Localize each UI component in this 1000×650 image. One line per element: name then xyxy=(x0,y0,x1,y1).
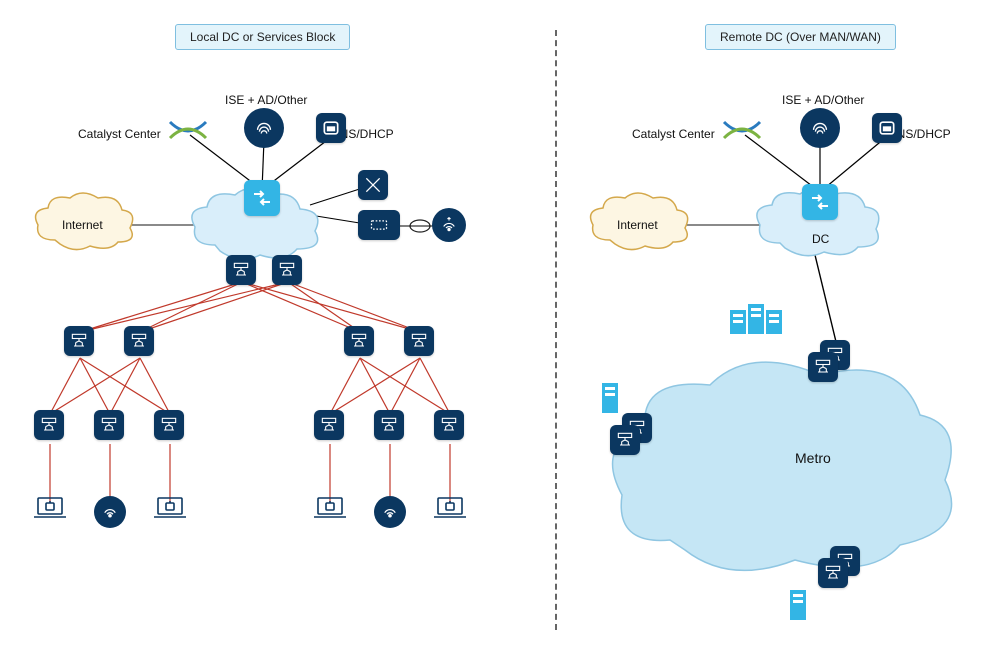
label-internet-left: Internet xyxy=(62,218,103,232)
router-left xyxy=(358,210,400,240)
laptop-l1 xyxy=(30,495,70,525)
agg-switch-r2 xyxy=(404,326,434,356)
access-switch-r1 xyxy=(314,410,344,440)
ise-icon-right xyxy=(800,108,840,148)
laptop-r1 xyxy=(310,495,350,525)
label-dc-right: DC xyxy=(812,232,829,246)
dns-icon-right xyxy=(872,113,902,143)
links-left xyxy=(0,0,555,650)
dna-icon-right xyxy=(722,120,762,140)
building-bottom xyxy=(790,590,806,620)
laptop-r3 xyxy=(430,495,470,525)
metro-switch-left-b xyxy=(610,425,640,455)
metro-switch-bot-b xyxy=(818,558,848,588)
label-metro: Metro xyxy=(795,450,831,466)
dna-icon-left xyxy=(168,120,208,140)
access-switch-r3 xyxy=(434,410,464,440)
access-switch-r2 xyxy=(374,410,404,440)
core-switch-left xyxy=(244,180,280,216)
ap-r2 xyxy=(374,496,406,528)
laptop-l3 xyxy=(150,495,190,525)
dns-icon-left xyxy=(316,113,346,143)
core-switch-right xyxy=(802,184,838,220)
label-internet-right: Internet xyxy=(617,218,658,232)
metro-switch-top-b xyxy=(808,352,838,382)
dist-switch-b-left xyxy=(272,255,302,285)
ap-l2 xyxy=(94,496,126,528)
wlc-left xyxy=(432,208,466,242)
building-left xyxy=(602,383,618,413)
buildings-top xyxy=(730,310,782,334)
metro-cloud xyxy=(600,350,960,590)
dist-switch-a-left xyxy=(226,255,256,285)
firewall-left xyxy=(358,170,388,200)
access-switch-l2 xyxy=(94,410,124,440)
agg-switch-r1 xyxy=(344,326,374,356)
access-switch-l1 xyxy=(34,410,64,440)
access-switch-l3 xyxy=(154,410,184,440)
agg-switch-l1 xyxy=(64,326,94,356)
ise-icon-left xyxy=(244,108,284,148)
agg-switch-l2 xyxy=(124,326,154,356)
